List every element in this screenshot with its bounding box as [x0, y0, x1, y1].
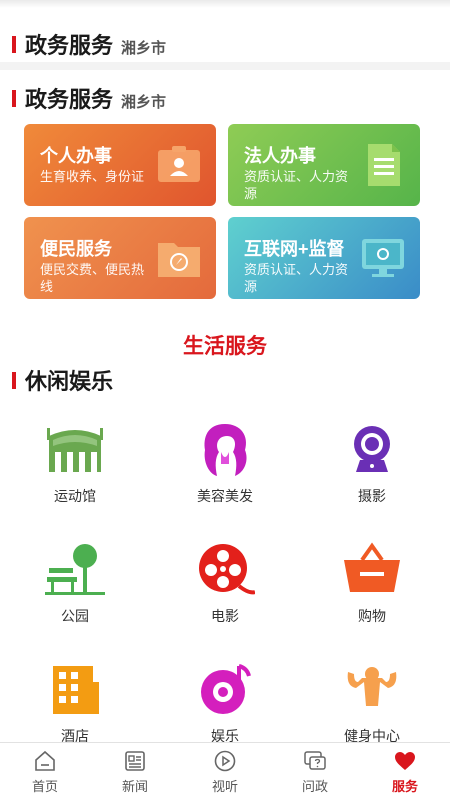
grid-item-label: 购物 [358, 608, 386, 624]
gov-section-title: 政务服务 [25, 87, 114, 112]
beauty-salon-icon [204, 424, 247, 476]
music-disc-icon [201, 664, 251, 714]
bottom-tabbar: 首页 新闻 视听 问政 服务 [0, 742, 450, 800]
grid-item-label: 公园 [61, 608, 89, 624]
heart-icon [395, 752, 415, 770]
grid-item-movie[interactable]: 电影 [165, 542, 285, 632]
sticky-header-title: 政务服务 [25, 33, 114, 58]
grid-item-hotel[interactable]: 酒店 [15, 662, 135, 752]
grid-item-stadium[interactable]: 运动馆 [15, 422, 135, 512]
grid-item-fitness[interactable]: 健身中心 [312, 662, 432, 752]
tab-label: 问政 [301, 779, 328, 794]
grid-item-label: 美容美发 [197, 488, 253, 504]
divider [0, 62, 450, 70]
tab-inquiry[interactable]: 问政 [270, 743, 360, 800]
card-title: 互联网+监督 [244, 239, 345, 259]
tab-label: 新闻 [121, 779, 148, 794]
accent-bar [12, 371, 16, 389]
fitness-icon [347, 667, 397, 706]
grid-item-shopping[interactable]: 购物 [312, 542, 432, 632]
leisure-section-title: 休闲娱乐 [25, 369, 114, 394]
grid-item-beauty[interactable]: 美容美发 [165, 422, 285, 512]
card-desc: 生育收养、身份证 [40, 169, 145, 184]
tab-services[interactable]: 服务 [360, 743, 450, 800]
card-personal-affairs[interactable]: 个人办事 生育收养、身份证 [24, 124, 216, 206]
monitor-icon [362, 239, 404, 277]
tab-media[interactable]: 视听 [180, 743, 270, 800]
grid-item-label: 摄影 [358, 488, 386, 504]
leisure-section-header: 休闲娱乐 [12, 364, 113, 396]
card-convenience-services[interactable]: 便民服务 便民交费、便民热线 [24, 217, 216, 299]
film-reel-icon [199, 544, 255, 595]
card-title: 法人办事 [244, 146, 316, 166]
grid-item-label: 运动馆 [54, 488, 96, 504]
tab-label: 首页 [31, 779, 58, 794]
question-chat-icon [304, 751, 326, 770]
card-internet-supervision[interactable]: 互联网+监督 资质认证、人力资源 [228, 217, 420, 299]
tab-label: 服务 [391, 779, 418, 794]
gov-section-header: 政务服务 湘乡市 [12, 82, 166, 114]
card-desc: 便民交费、便民热线 [40, 262, 145, 294]
grid-item-park[interactable]: 公园 [15, 542, 135, 632]
tab-news[interactable]: 新闻 [90, 743, 180, 800]
sticky-header-city: 湘乡市 [121, 40, 167, 57]
id-card-icon [158, 146, 200, 182]
hotel-icon [53, 666, 99, 714]
folder-compass-icon [158, 243, 200, 277]
tab-home[interactable]: 首页 [0, 743, 90, 800]
card-desc: 资质认证、人力资源 [244, 169, 349, 201]
grid-item-photography[interactable]: 摄影 [312, 422, 432, 512]
park-icon [45, 544, 105, 595]
document-icon [368, 144, 400, 186]
card-title: 个人办事 [40, 146, 112, 166]
camera-icon [354, 426, 390, 472]
card-title: 便民服务 [40, 239, 112, 259]
sticky-header: 政务服务 湘乡市 [12, 28, 166, 60]
news-icon [125, 751, 145, 771]
card-desc: 资质认证、人力资源 [244, 262, 349, 294]
shopping-basket-icon [344, 542, 400, 592]
card-legal-affairs[interactable]: 法人办事 资质认证、人力资源 [228, 124, 420, 206]
gov-section-city[interactable]: 湘乡市 [121, 91, 166, 112]
accent-bar [12, 89, 16, 107]
stadium-icon [47, 428, 103, 472]
grid-item-entertainment[interactable]: 娱乐 [165, 662, 285, 752]
tab-label: 视听 [211, 779, 238, 794]
play-icon [214, 750, 236, 772]
life-services-title: 生活服务 [183, 335, 267, 358]
accent-bar [12, 35, 16, 53]
home-icon [35, 750, 55, 771]
status-shadow [0, 0, 450, 8]
grid-item-label: 电影 [211, 608, 239, 624]
